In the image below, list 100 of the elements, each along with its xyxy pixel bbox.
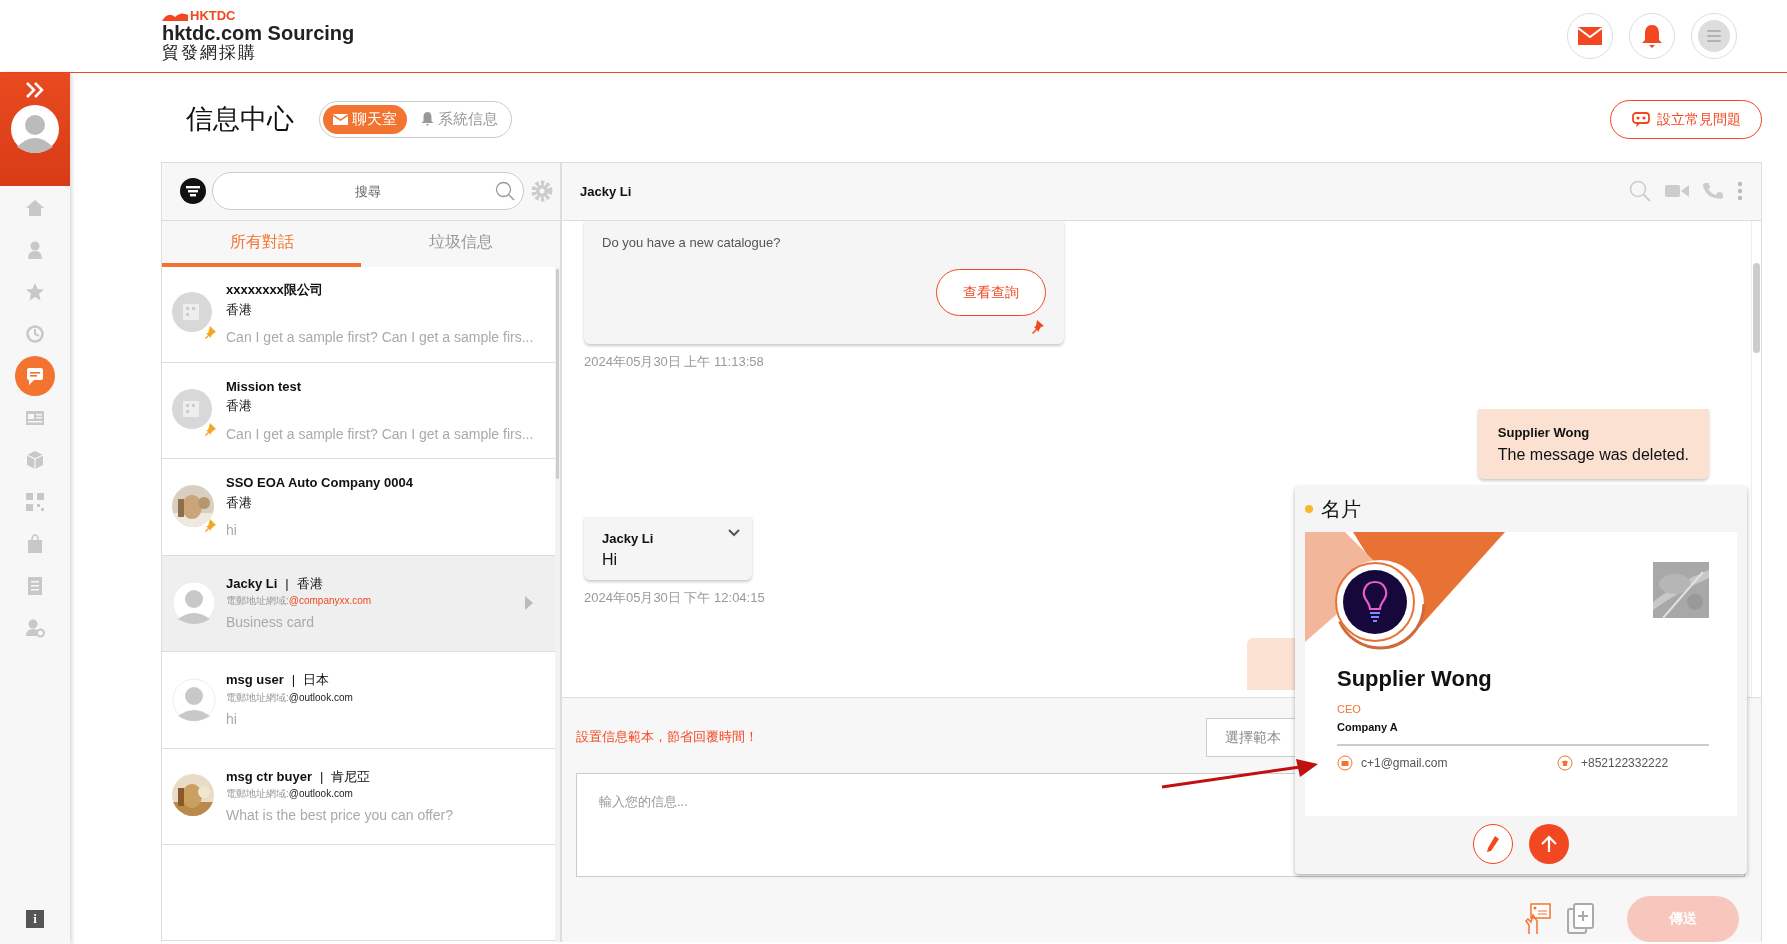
logo-subtitle: 貿發網採購 — [162, 44, 258, 63]
contact-name: SSO EOA Auto Company 0004 — [226, 474, 414, 493]
home-icon — [25, 198, 45, 218]
chat-title: Jacky Li — [580, 182, 633, 201]
qr-code-icon — [25, 492, 45, 512]
user-settings-icon — [25, 618, 45, 638]
region-label: 日本 — [303, 671, 330, 690]
message-preview: hi — [226, 521, 238, 541]
newspaper-icon — [25, 408, 45, 428]
conversation-item[interactable]: Jacky Li | 香港 電郵地址網域:@companyxx.com Business card — [162, 555, 556, 653]
message-preview: What is the best price you can offer? — [226, 806, 454, 826]
sender-name: Jacky Li — [602, 529, 655, 548]
search-icon[interactable] — [1629, 180, 1651, 203]
scrollbar[interactable] — [555, 266, 560, 942]
mail-icon — [1578, 27, 1602, 45]
more-icon[interactable] — [1737, 181, 1743, 202]
phone-icon[interactable] — [1703, 181, 1723, 202]
message-preview: hi — [226, 709, 238, 729]
separator: | — [285, 574, 289, 593]
logo-title: hktdc.com Sourcing — [162, 22, 355, 45]
settings-icon[interactable] — [530, 179, 554, 203]
box-icon — [25, 450, 45, 470]
logo-wave-icon — [162, 10, 188, 21]
menu-icon — [1698, 17, 1730, 55]
bag-icon — [25, 534, 45, 554]
view-inquiry-button[interactable]: 查看查詢 — [936, 268, 1046, 316]
person-icon — [25, 240, 45, 260]
phone-text: +852122332222 — [1581, 754, 1669, 772]
mode-tab[interactable]: 聊天室 — [323, 105, 407, 134]
region-label: 香港 — [226, 493, 253, 512]
mode-tab[interactable]: 系統信息 — [411, 105, 508, 134]
message-text: The message was deleted. — [1497, 444, 1689, 465]
contact-name: msg user — [226, 671, 284, 690]
contact-name: msg ctr buyer — [226, 767, 312, 786]
filter-icon[interactable] — [180, 178, 206, 204]
email-domain: @companyxx.com — [288, 594, 372, 609]
email-domain: @outlook.com — [288, 690, 353, 705]
domain-label: 電郵地址網域: — [226, 690, 289, 705]
region-label: 香港 — [226, 300, 253, 319]
page-title: 信息中心 — [186, 103, 294, 136]
email-domain: @outlook.com — [288, 787, 353, 802]
pencil-icon — [1487, 836, 1499, 853]
scrollbar[interactable] — [1751, 221, 1761, 697]
video-call-icon[interactable] — [1665, 183, 1689, 200]
email-text: c+1@gmail.com — [1361, 754, 1448, 772]
person-avatar-icon — [172, 677, 216, 722]
bell-icon — [1641, 24, 1663, 48]
faq-button[interactable]: 設立常見問題 — [1610, 99, 1762, 139]
add-file-icon[interactable] — [1567, 902, 1595, 935]
popover-title: 名片 — [1321, 496, 1361, 522]
notifications-button[interactable] — [1629, 13, 1675, 59]
mail-icon — [333, 113, 348, 125]
avatar-icon — [11, 105, 59, 153]
upload-button[interactable] — [1529, 823, 1569, 864]
logo-mark: HKTDC — [190, 9, 236, 23]
mail-button[interactable] — [1567, 13, 1613, 59]
edit-button[interactable] — [1473, 823, 1513, 864]
company-name: Company A — [1337, 720, 1399, 735]
region-label: 肯尼亞 — [331, 767, 371, 786]
message-preview: Can I get a sample first? Can I get a sample firs... — [226, 424, 534, 444]
dot-icon — [1305, 504, 1313, 513]
sender-name: Supplier Wong — [1497, 424, 1591, 443]
info-button[interactable]: i — [26, 910, 44, 928]
conversation-tab[interactable]: 垃圾信息 — [361, 220, 560, 267]
region-label: 香港 — [296, 574, 323, 593]
menu-button[interactable] — [1691, 13, 1737, 59]
star-icon — [25, 282, 45, 302]
job-title: CEO — [1337, 701, 1362, 717]
template-hint: 設置信息範本，節省回覆時間！ — [576, 728, 758, 747]
arrow-up-icon — [1541, 835, 1557, 854]
contact-name: xxxxxxxx限公司 — [226, 281, 324, 300]
chevron-down-icon[interactable] — [728, 528, 740, 537]
chat-icon — [25, 366, 45, 386]
timestamp: 2024年05月30日 下午 12:04:15 — [584, 589, 765, 608]
expand-icon[interactable] — [25, 81, 45, 99]
timestamp: 2024年05月30日 上午 11:13:58 — [584, 352, 764, 371]
bell-icon — [421, 112, 434, 127]
search-field[interactable]: 搜尋 — [212, 172, 524, 210]
chatbot-icon — [1631, 111, 1651, 128]
region-label: 香港 — [226, 397, 253, 416]
history-icon — [25, 324, 45, 344]
contact-name: Jacky Li — [226, 574, 278, 593]
business-card-icon[interactable] — [1523, 902, 1551, 935]
search-icon — [495, 181, 515, 201]
list-icon — [25, 576, 45, 596]
message-text: Do you have a new catalogue? — [602, 234, 782, 253]
separator: | — [291, 671, 296, 690]
person-avatar-icon — [172, 581, 216, 626]
domain-label: 電郵地址網域: — [226, 787, 289, 802]
contact-name: Mission test — [226, 377, 303, 396]
domain-label: 電郵地址網域: — [226, 594, 289, 609]
phone-icon — [1557, 754, 1573, 771]
message-preview: Business card — [226, 613, 315, 633]
separator: | — [320, 767, 324, 786]
email-icon — [1337, 754, 1353, 771]
message-preview: Can I get a sample first? Can I get a sample firs... — [226, 328, 534, 348]
chevron-right-icon — [525, 596, 534, 611]
message-text: Hi — [602, 550, 619, 571]
card-name: Supplier Wong — [1337, 664, 1493, 693]
sidebar-item[interactable] — [15, 356, 55, 396]
